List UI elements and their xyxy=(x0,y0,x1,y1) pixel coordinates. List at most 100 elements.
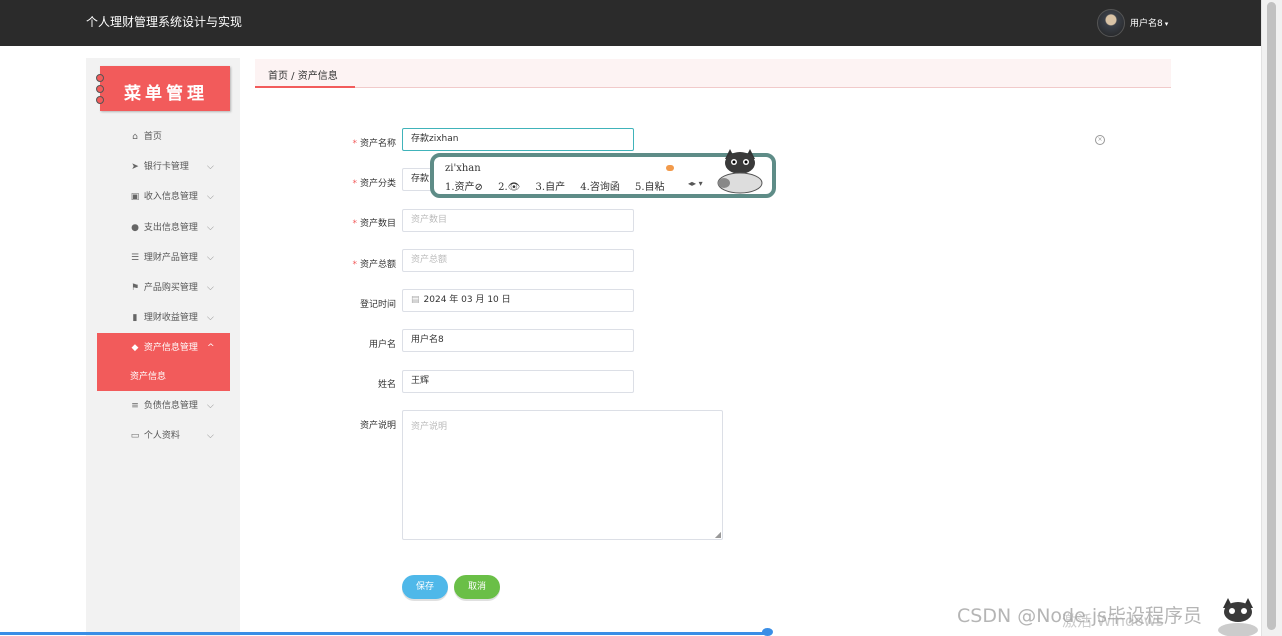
send-icon: ➤ xyxy=(131,162,139,173)
sidebar-item-returns[interactable]: ▮ 理财收益管理 ⌵ xyxy=(86,303,240,333)
required-mark: * xyxy=(352,260,357,270)
save-button[interactable]: 保存 xyxy=(402,575,448,599)
binder-ring-icon xyxy=(96,85,104,93)
chevron-down-icon: ⌵ xyxy=(207,252,214,263)
sidebar-item-label: 产品购买管理 xyxy=(143,282,198,293)
list-icon: ≡ xyxy=(131,400,139,411)
asset-quantity-label: * 资产数目 xyxy=(352,219,396,229)
sidebar-item-liabilities[interactable]: ≡ 负债信息管理 ⌵ xyxy=(86,391,240,421)
resize-handle-icon[interactable]: ◢ xyxy=(715,530,721,539)
bar-chart-icon: ▮ xyxy=(132,313,138,324)
chevron-down-icon: ⌵ xyxy=(207,282,214,293)
ime-candidate-list: 1.资产⊘ 2.👁 3.自产 4.咨询函 5.自粘 xyxy=(445,178,677,193)
bottom-progress-bar xyxy=(0,632,768,635)
sidebar-item-label: 理财收益管理 xyxy=(143,313,198,324)
asset-name-input[interactable]: 存款zixhan xyxy=(402,128,634,151)
menu-banner-title: 菜单管理 xyxy=(124,84,208,104)
ime-candidate[interactable]: 5.自粘 xyxy=(635,182,665,193)
breadcrumb: 首页 / 资产信息 xyxy=(255,59,1171,88)
ime-candidate[interactable]: 2.👁 xyxy=(498,182,520,193)
progress-knob[interactable] xyxy=(762,628,773,636)
asset-total-label: * 资产总额 xyxy=(352,260,396,270)
sidebar-item-label: 理财产品管理 xyxy=(143,252,198,263)
ime-pager-icon[interactable]: ◂▸ ▾ xyxy=(688,179,703,188)
register-time-picker[interactable]: ▤ 2024 年 03 月 10 日 xyxy=(402,289,634,312)
windows-activation-watermark: 激活 Windows xyxy=(1062,612,1164,630)
realname-input[interactable]: 王辉 xyxy=(402,370,634,393)
username-label: 用户名 xyxy=(368,340,396,350)
asset-name-label: * 资产名称 xyxy=(352,139,396,149)
sidebar-item-home[interactable]: ⌂ 首页 xyxy=(86,122,240,152)
asset-quantity-input[interactable]: 资产数目 xyxy=(402,209,634,232)
menu-banner: 菜单管理 xyxy=(96,66,230,111)
cancel-button[interactable]: 取消 xyxy=(454,575,500,599)
asset-category-label: * 资产分类 xyxy=(352,179,396,189)
user-avatar[interactable] xyxy=(1097,9,1125,37)
calendar-icon: ▤ xyxy=(411,295,420,305)
flag-icon: ⚑ xyxy=(130,282,140,293)
chevron-up-icon: ^ xyxy=(207,343,215,354)
scrollbar-thumb[interactable] xyxy=(1267,2,1276,630)
ime-pinyin: zi'xhan xyxy=(445,163,481,174)
username-input[interactable]: 用户名8 xyxy=(402,329,634,352)
register-time-label: 登记时间 xyxy=(359,300,396,310)
sidebar-item-label: 首页 xyxy=(143,132,162,142)
sidebar-item-expenses[interactable]: ● 支出信息管理 ⌵ xyxy=(86,213,240,243)
ime-candidate[interactable]: 1.资产⊘ xyxy=(445,182,483,193)
description-textarea[interactable]: 资产说明 ◢ xyxy=(402,410,723,540)
binder-ring-icon xyxy=(96,74,104,82)
sidebar-item-bank-cards[interactable]: ➤ 银行卡管理 ⌵ xyxy=(86,152,240,182)
chevron-down-icon: ⌵ xyxy=(207,192,214,203)
chevron-down-icon: ⌵ xyxy=(207,162,214,173)
id-card-icon: ▭ xyxy=(130,430,140,441)
ime-candidate-popup: zi'xhan 1.资产⊘ 2.👁 3.自产 4.咨询函 5.自粘 ◂▸ ▾ xyxy=(430,149,776,198)
sidebar-item-label: 支出信息管理 xyxy=(143,222,198,233)
vertical-scrollbar[interactable] xyxy=(1261,0,1282,636)
sidebar-item-label: 银行卡管理 xyxy=(143,162,189,173)
chevron-down-icon: ⌵ xyxy=(207,313,214,324)
binder-ring-icon xyxy=(96,96,104,104)
sidebar-item-products[interactable]: ☰ 理财产品管理 ⌵ xyxy=(86,243,240,273)
sidebar-item-income[interactable]: ▣ 收入信息管理 ⌵ xyxy=(86,182,240,212)
sidebar-group-assets: ◆ 资产信息管理 ^ 资产信息 xyxy=(97,333,230,391)
chevron-down-icon: ⌵ xyxy=(207,400,214,411)
corner-cat-mascot-icon xyxy=(1218,598,1258,636)
sidebar-item-label: 收入信息管理 xyxy=(143,192,198,203)
sidebar: 菜单管理 ⌂ 首页 ➤ 银行卡管理 ⌵ ▣ 收入信息管理 ⌵ ● 支出信息管理 … xyxy=(86,58,240,636)
breadcrumb-underline xyxy=(255,86,355,88)
sliders-icon: ☰ xyxy=(130,252,140,263)
home-icon: ⌂ xyxy=(132,132,138,142)
clear-circle-icon[interactable]: × xyxy=(1095,135,1105,145)
ime-logo-icon xyxy=(666,165,674,171)
chevron-down-icon: ⌵ xyxy=(207,222,214,233)
ime-mascot-cat-icon xyxy=(717,149,763,194)
required-mark: * xyxy=(352,139,357,149)
chevron-down-icon: ⌵ xyxy=(207,430,214,441)
caret-down-icon: ▾ xyxy=(1164,20,1169,28)
sidebar-item-label: 个人资料 xyxy=(143,430,180,441)
sidebar-item-purchases[interactable]: ⚑ 产品购买管理 ⌵ xyxy=(86,273,240,303)
description-placeholder: 资产说明 xyxy=(411,422,448,432)
briefcase-icon: ▣ xyxy=(130,192,140,203)
user-icon: ● xyxy=(131,222,139,233)
app-title: 个人理财管理系统设计与实现 xyxy=(86,15,243,29)
top-navbar: 个人理财管理系统设计与实现 用户名8 ▾ xyxy=(0,0,1262,46)
sidebar-subitem-asset-info[interactable]: 资产信息 xyxy=(97,363,230,391)
asset-total-input[interactable]: 资产总额 xyxy=(402,249,634,272)
required-mark: * xyxy=(352,219,357,229)
sidebar-menu: ⌂ 首页 ➤ 银行卡管理 ⌵ ▣ 收入信息管理 ⌵ ● 支出信息管理 ⌵ ☰ 理… xyxy=(86,122,240,451)
description-label: 资产说明 xyxy=(359,421,396,431)
user-name: 用户名8 xyxy=(1130,19,1163,29)
wallet-icon: ◆ xyxy=(131,343,139,354)
required-mark: * xyxy=(352,179,357,189)
realname-label: 姓名 xyxy=(377,380,396,390)
sidebar-item-label: 负债信息管理 xyxy=(143,400,198,411)
sidebar-item-label: 资产信息管理 xyxy=(143,343,198,354)
breadcrumb-text[interactable]: 首页 / 资产信息 xyxy=(268,67,338,82)
user-menu[interactable]: 用户名8 ▾ xyxy=(1130,16,1168,29)
register-time-value: 2024 年 03 月 10 日 xyxy=(423,295,511,305)
ime-candidate[interactable]: 4.咨询函 xyxy=(580,182,620,193)
sidebar-item-assets[interactable]: ◆ 资产信息管理 ^ xyxy=(97,333,230,364)
ime-candidate[interactable]: 3.自产 xyxy=(536,182,566,193)
sidebar-item-profile[interactable]: ▭ 个人资料 ⌵ xyxy=(86,421,240,451)
